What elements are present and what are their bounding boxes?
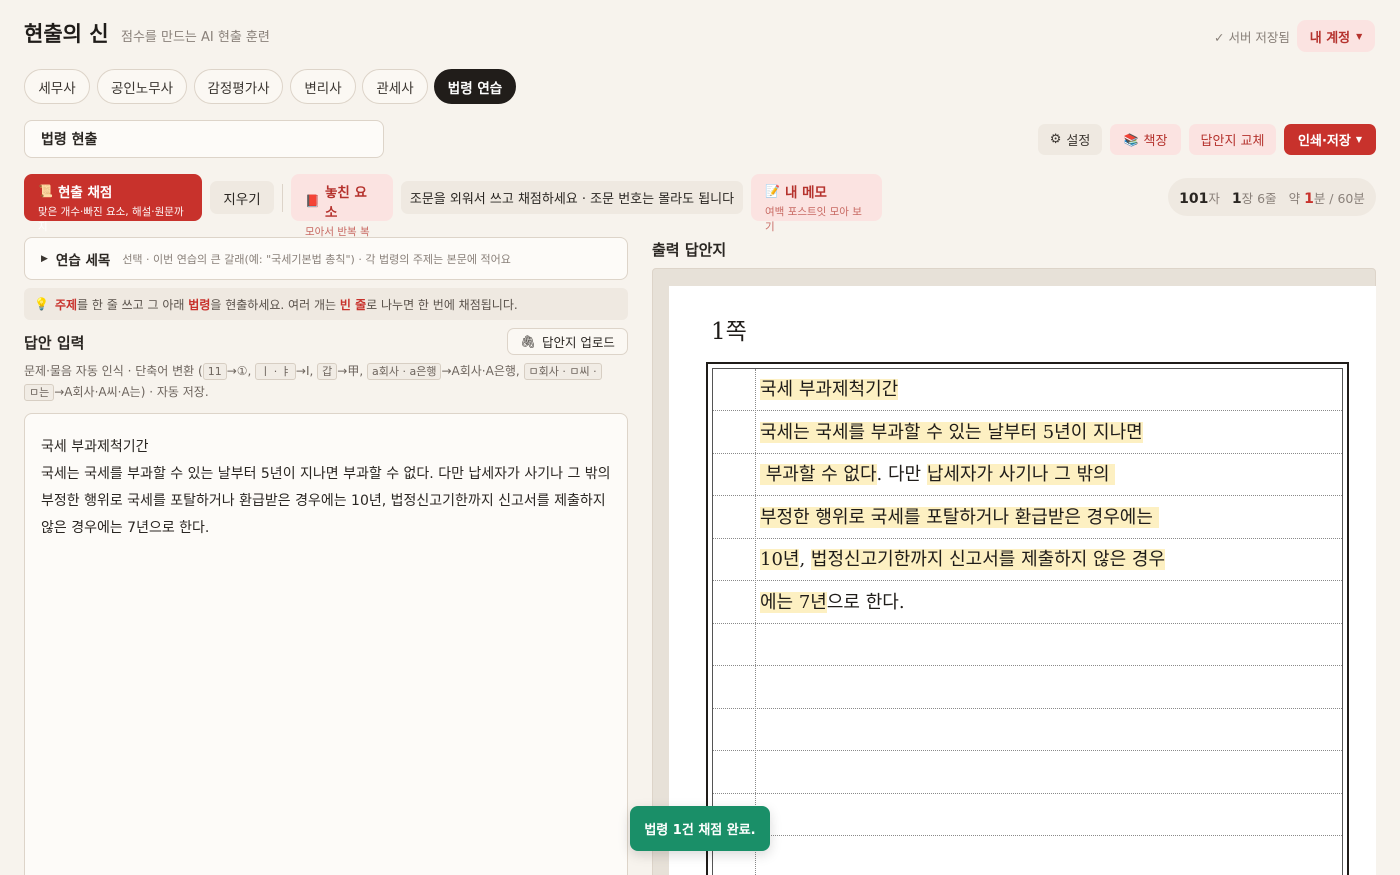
sheet-row: 부정한 행위로 국세를 포탈하거나 환급받은 경우에는: [760, 501, 1159, 535]
account-label: 내 계정: [1309, 30, 1351, 46]
answer-line: 국세는 국세를 부과할 수 있는 날부터 5년이 지나면 부과할 수 없다. 다…: [41, 466, 611, 482]
tab-patent-attorney[interactable]: 변리사: [290, 69, 356, 104]
tab-labor-attorney[interactable]: 공인노무사: [97, 69, 187, 104]
gear-icon: ⚙: [1049, 132, 1062, 147]
matched-segment: 국세 부과제척기간: [760, 379, 899, 400]
law-title-input[interactable]: 법령 현출: [24, 120, 384, 158]
clear-button[interactable]: 지우기: [210, 181, 274, 214]
tip-text: 주제를 한 줄 쓰고 그 아래 법령을 현출하세요. 여러 개는 빈 줄로 나누…: [54, 297, 518, 312]
plain-segment: . 다만: [876, 464, 927, 485]
sheet-row: 국세 부과제척기간: [760, 373, 899, 407]
sheet-rule-line: [713, 792, 1342, 794]
matched-segment: 납세자가 사기나 그 밖의: [926, 464, 1116, 485]
sheet-rule-line: [713, 410, 1342, 411]
sheet-rule-line: [713, 750, 1342, 751]
sheet-rule-line: [713, 495, 1342, 496]
books-icon: 📚: [1123, 132, 1139, 147]
plain-segment: 으로 한다.: [826, 591, 905, 613]
bookshelf-button[interactable]: 📚 책장: [1110, 124, 1181, 155]
my-memo-button[interactable]: 📝 내 메모 여백 포스트잇 모아 보기: [751, 174, 882, 233]
save-status: ✓ 서버 저장됨: [1214, 30, 1290, 45]
lightbulb-icon: 💡: [34, 297, 49, 311]
writing-stats: 101자 1장 6줄 약 1분 / 60분: [1168, 178, 1376, 216]
grade-button[interactable]: 📜 현출 채점 맞은 개수·빠진 요소, 해설·원문까지: [24, 174, 202, 233]
shortcut-help: 문제·물음 자동 인식 · 단축어 변환 (11 →①, ㅣ · ㅑ →Ⅰ, 갑 →甲…: [24, 361, 634, 403]
sheet-rule-line: [713, 622, 1342, 624]
char-count: 101자: [1179, 190, 1220, 207]
sheet-rule-line: [713, 665, 1342, 666]
page-line-count: 1장 6줄: [1231, 190, 1277, 207]
tab-tax-accountant[interactable]: 세무사: [24, 69, 90, 104]
sheet-row: 에는 7년으로 한다.: [760, 586, 905, 620]
practice-category-label: 연습 세목: [55, 252, 111, 269]
sheet-rule-line: [713, 537, 1342, 539]
sheet-rule-line: [713, 580, 1342, 581]
page-number: 1쪽: [711, 319, 747, 345]
memo-icon: 📝: [765, 184, 780, 198]
matched-segment: 부정한 행위로 국세를 포탈하거나 환급받은 경우에는: [760, 506, 1159, 528]
sheet-row: 부과할 수 없다. 다만 납세자가 사기나 그 밖의: [760, 458, 1116, 492]
print-save-button[interactable]: 인쇄·저장 ▼: [1284, 124, 1376, 155]
sheet-rule-line: [713, 835, 1342, 836]
triangle-right-icon: ▶: [41, 253, 48, 264]
answer-line: 부정한 행위로 국세를 포탈하거나 환급받은 경우에는 10년, 법정신고기한까…: [41, 493, 606, 509]
matched-segment: 국세는 국세를 부과할 수 있는 날부터 5년이 지나면: [760, 421, 1143, 443]
sheet-row: 10년, 법정신고기한까지 신고서를 제출하지 않은 경우: [760, 543, 1166, 577]
tab-law-practice[interactable]: 법령 연습: [434, 69, 516, 104]
app-brand: 현출의 신: [24, 22, 109, 46]
matched-segment: 부과할 수 없다: [760, 464, 877, 485]
bookshelf-label: 책장: [1143, 134, 1168, 149]
matched-segment: 10년: [760, 549, 800, 570]
matched-segment: 법정신고기한까지 신고서를 제출하지 않은 경우: [810, 549, 1166, 570]
answer-textarea[interactable]: 국세 부과제척기간 국세는 국세를 부과할 수 있는 날부터 5년이 지나면 부…: [24, 413, 628, 875]
answer-line: 국세 부과제척기간: [41, 439, 149, 455]
grading-toast: 법령 1건 채점 완료.: [630, 806, 770, 851]
settings-button[interactable]: ⚙ 설정: [1038, 124, 1102, 155]
upload-answer-button[interactable]: 🖇 답안지 업로드: [507, 328, 628, 355]
matched-segment: 에는 7년: [760, 591, 827, 613]
upload-label: 답안지 업로드: [541, 335, 615, 350]
answer-line: 않은 경우에는 7년으로 한다.: [41, 520, 210, 536]
chevron-down-icon: ▼: [1355, 135, 1362, 144]
tab-customs-broker[interactable]: 관세사: [362, 69, 428, 104]
memo-title: 내 메모: [784, 185, 827, 201]
scroll-icon: 📜: [38, 184, 53, 198]
book-icon: 📕: [305, 194, 320, 208]
memo-subtitle: 여백 포스트잇 모아 보기: [765, 206, 862, 233]
grade-subtitle: 맞은 개수·빠진 요소, 해설·원문까지: [38, 206, 184, 233]
time-estimate: 약 1분 / 60분: [1288, 190, 1365, 207]
usage-tip: 💡 주제를 한 줄 쓰고 그 아래 법령을 현출하세요. 여러 개는 빈 줄로 …: [24, 288, 628, 320]
answer-input-heading: 답안 입력: [24, 334, 85, 352]
sheet-row: 국세는 국세를 부과할 수 있는 날부터 5년이 지나면: [760, 416, 1143, 450]
account-button[interactable]: 내 계정 ▼: [1297, 20, 1375, 52]
toolbar-divider: [282, 184, 283, 212]
missed-title: 놓친 요소: [324, 185, 367, 221]
sheet-rule-line: [713, 707, 1342, 709]
output-sheet-heading: 출력 답안지: [652, 241, 727, 259]
paperclip-icon: 🖇: [520, 333, 536, 349]
grade-title: 현출 채점: [57, 185, 113, 201]
tab-appraiser[interactable]: 감정평가사: [194, 69, 283, 104]
sheet-rule-line: [713, 452, 1342, 454]
practice-category-toggle[interactable]: ▶ 연습 세목 선택 · 이번 연습의 큰 갈래(예: "국세기본법 총칙") …: [24, 237, 628, 280]
swap-sheet-button[interactable]: 답안지 교체: [1189, 124, 1276, 155]
app-tagline: 점수를 만드는 AI 현출 훈련: [121, 30, 270, 45]
chevron-down-icon: ▼: [1356, 31, 1363, 41]
settings-label: 설정: [1066, 134, 1091, 149]
print-label: 인쇄·저장: [1298, 134, 1351, 149]
plain-segment: ,: [799, 549, 811, 570]
practice-hint: 조문을 외워서 쓰고 채점하세요 · 조문 번호는 몰라도 됩니다: [401, 181, 743, 214]
missed-elements-button[interactable]: 📕놓친 요소 모아서 반복 복습: [291, 174, 393, 253]
practice-category-hint: 선택 · 이번 연습의 큰 갈래(예: "국세기본법 총칙") · 각 법령의 …: [122, 252, 511, 266]
